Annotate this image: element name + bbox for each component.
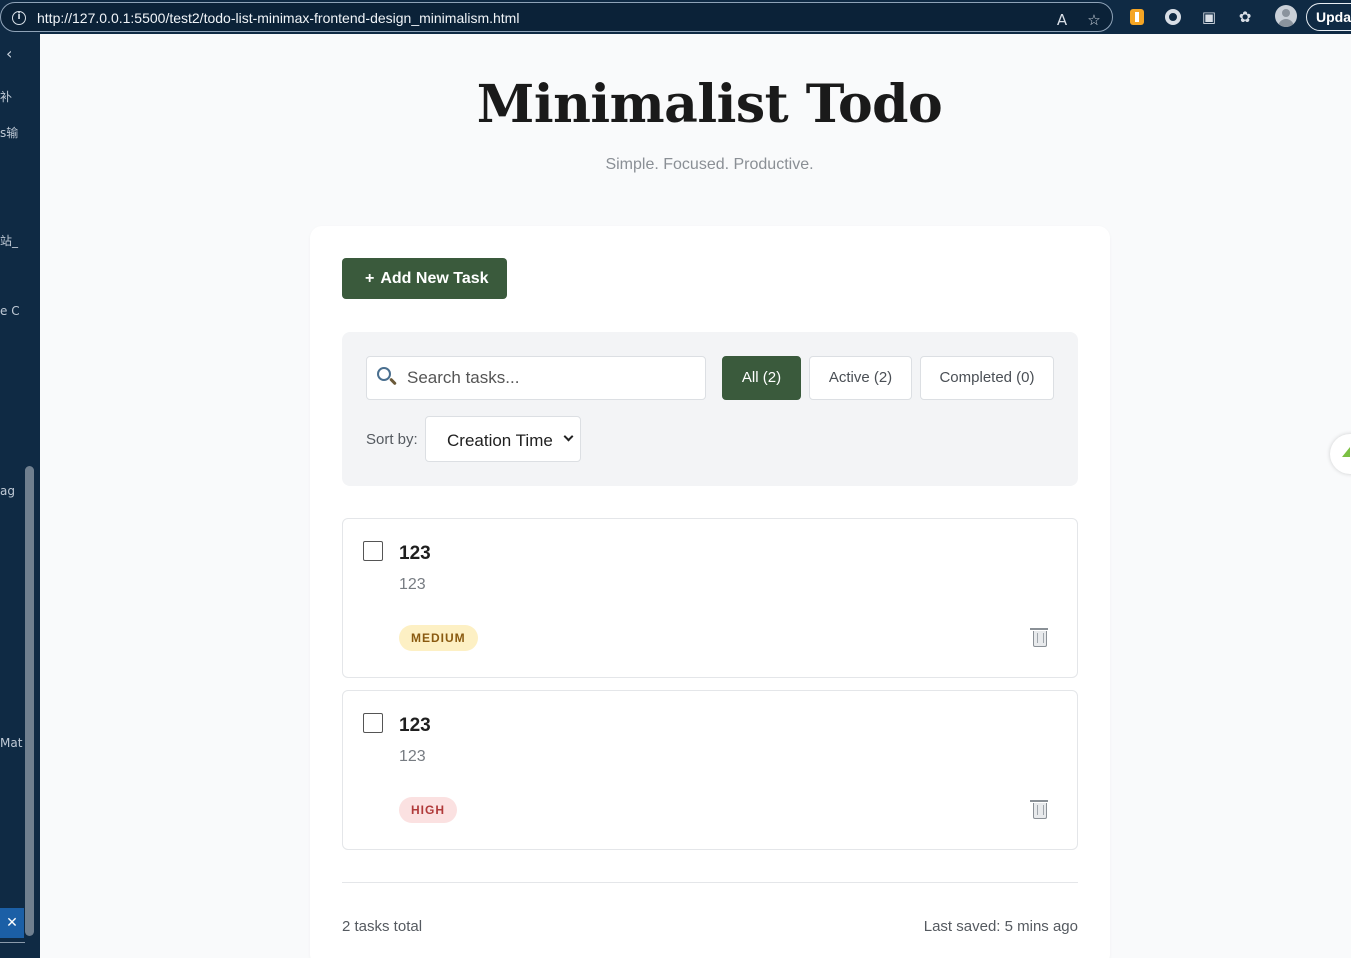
- chevron-down-icon: [563, 431, 574, 442]
- last-saved-status: Last saved: 5 mins ago: [923, 918, 1078, 935]
- sort-selected-value: Creation Time: [447, 431, 553, 450]
- browser-toolbar: i http://127.0.0.1:5500/test2/todo-list-…: [0, 0, 1351, 34]
- side-panel-divider: [0, 942, 25, 943]
- extension-bookmark-icon[interactable]: [1130, 9, 1144, 25]
- task-title: 123: [399, 543, 431, 564]
- page-title: Minimalist Todo: [476, 74, 943, 135]
- side-panel-item[interactable]: e C: [0, 304, 20, 318]
- trash-icon[interactable]: [1030, 628, 1048, 647]
- task-checkbox[interactable]: [363, 541, 383, 561]
- address-bar[interactable]: i http://127.0.0.1:5500/test2/todo-list-…: [0, 2, 1113, 32]
- task-checkbox[interactable]: [363, 713, 383, 733]
- read-aloud-icon[interactable]: A: [1053, 11, 1071, 29]
- task-item: 123 123 HIGH: [342, 690, 1078, 850]
- task-description: 123: [399, 576, 426, 593]
- filter-active-button[interactable]: Active (2): [809, 356, 912, 400]
- search-box[interactable]: [366, 356, 706, 400]
- search-input[interactable]: [407, 368, 697, 388]
- sort-select[interactable]: Creation Time: [425, 416, 581, 462]
- side-panel-scrollbar[interactable]: [25, 466, 34, 936]
- side-panel-item[interactable]: Mat: [0, 736, 22, 750]
- footer-divider: [342, 882, 1078, 883]
- extensions-puzzle-icon[interactable]: ✿: [1236, 8, 1254, 26]
- task-item: 123 123 MEDIUM: [342, 518, 1078, 678]
- add-task-button[interactable]: + Add New Task: [342, 258, 507, 299]
- triangle-icon: [1342, 447, 1350, 457]
- chevron-left-icon[interactable]: ‹: [6, 44, 12, 63]
- filter-toolbar: All (2) Active (2) Completed (0) Sort by…: [342, 332, 1078, 486]
- priority-badge: HIGH: [399, 797, 457, 823]
- priority-badge: MEDIUM: [399, 625, 478, 651]
- browser-update-button[interactable]: Update: [1306, 3, 1351, 31]
- task-description: 123: [399, 748, 426, 765]
- page-content: Minimalist Todo Simple. Focused. Product…: [40, 34, 1351, 958]
- side-panel-item[interactable]: 补: [0, 88, 12, 105]
- page-subtitle: Simple. Focused. Productive.: [605, 156, 814, 173]
- site-info-icon[interactable]: i: [12, 11, 26, 25]
- favorite-star-icon[interactable]: ☆: [1085, 11, 1103, 29]
- sort-label: Sort by:: [366, 431, 418, 448]
- trash-icon[interactable]: [1030, 800, 1048, 819]
- profile-avatar[interactable]: [1275, 5, 1297, 27]
- task-title: 123: [399, 715, 431, 736]
- side-panel-item[interactable]: s输: [0, 124, 18, 141]
- close-icon[interactable]: ✕: [0, 908, 24, 938]
- edge-side-tab[interactable]: [1330, 434, 1351, 474]
- filter-all-button[interactable]: All (2): [722, 356, 801, 400]
- side-panel-item[interactable]: 站_: [0, 232, 18, 249]
- task-count: 2 tasks total: [342, 918, 423, 935]
- extension-box-icon[interactable]: ▣: [1200, 8, 1218, 26]
- side-panel: ‹ 补 s输 站_ e C ag Mat ✕: [0, 34, 40, 958]
- add-task-label: Add New Task: [380, 270, 489, 287]
- filter-completed-button[interactable]: Completed (0): [920, 356, 1054, 400]
- search-icon: [377, 367, 391, 381]
- plus-icon: +: [365, 270, 375, 287]
- side-panel-item[interactable]: ag: [0, 484, 15, 498]
- extension-circle-icon[interactable]: [1165, 9, 1181, 25]
- todo-card: + Add New Task All (2) Active (2) Complet…: [310, 226, 1110, 958]
- address-url[interactable]: http://127.0.0.1:5500/test2/todo-list-mi…: [37, 10, 519, 26]
